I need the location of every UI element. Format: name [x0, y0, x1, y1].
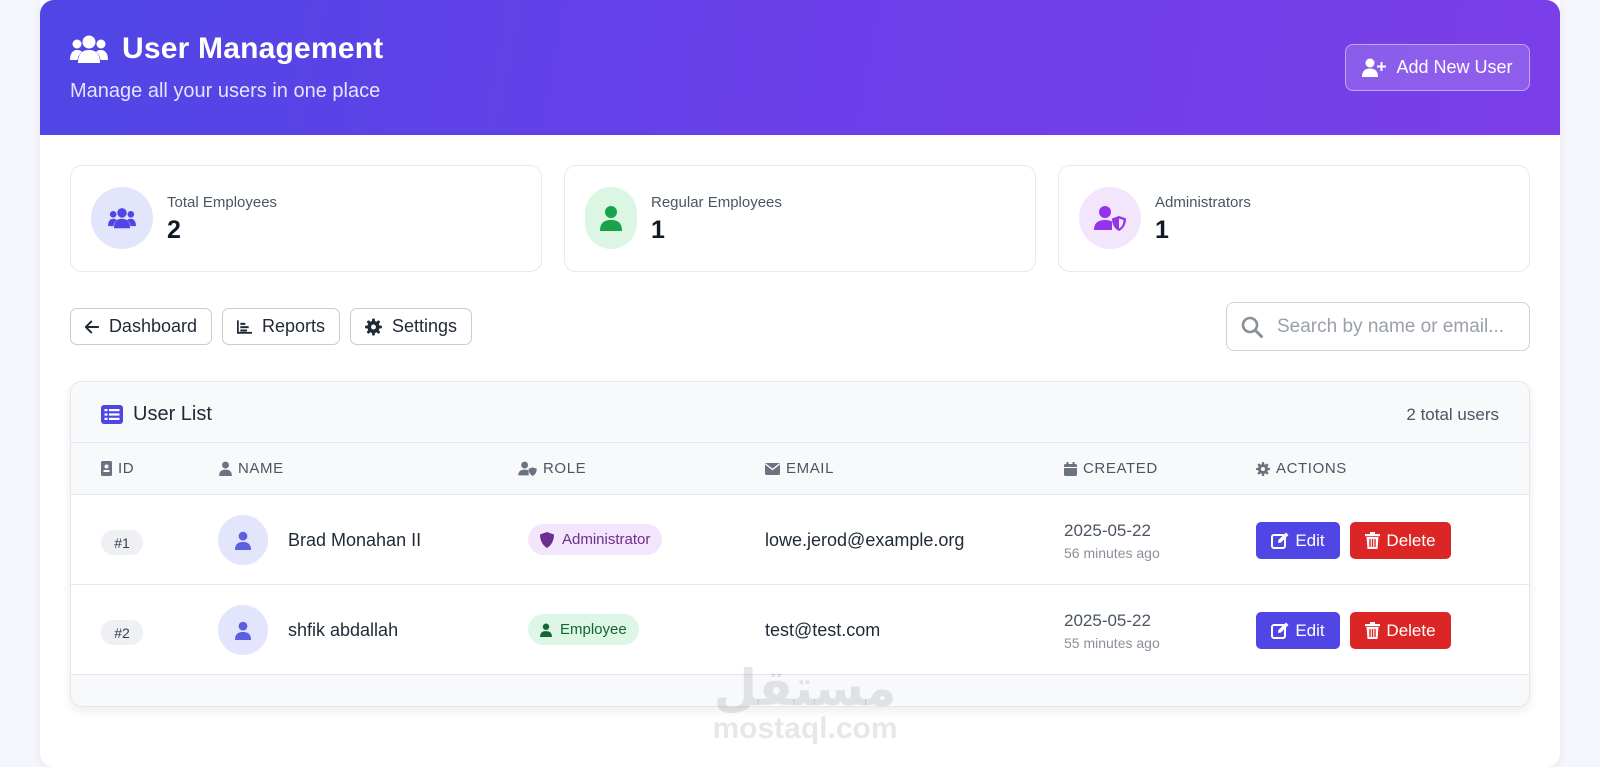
role-label: Employee — [560, 621, 627, 638]
user-list-header: User List 2 total users — [71, 382, 1529, 443]
edit-button[interactable]: Edit — [1256, 522, 1340, 559]
user-plus-icon — [1362, 58, 1387, 77]
user-icon — [219, 461, 232, 476]
user-id-badge: #2 — [101, 620, 143, 645]
edit-label: Edit — [1295, 620, 1325, 640]
gear-icon — [365, 318, 382, 335]
page-title-group: User Management — [70, 32, 383, 66]
add-new-user-label: Add New User — [1396, 57, 1513, 77]
edit-icon — [1271, 622, 1289, 639]
user-icon — [540, 623, 552, 637]
column-header-actions: ACTIONS — [1256, 460, 1347, 477]
add-new-user-button[interactable]: Add New User — [1345, 44, 1530, 91]
avatar — [218, 605, 268, 655]
envelope-icon — [765, 462, 780, 475]
search-box — [1226, 302, 1530, 351]
user-name: shfik abdallah — [288, 620, 399, 640]
edit-label: Edit — [1295, 530, 1325, 550]
page-header: User Management Manage all your users in… — [40, 0, 1560, 135]
table-row: #1 Brad Monahan II Administrator lowe.je… — [71, 495, 1529, 585]
users-icon — [108, 208, 136, 229]
edit-button[interactable]: Edit — [1256, 612, 1340, 649]
stat-value: 1 — [1155, 216, 1169, 244]
column-header-label: EMAIL — [786, 460, 835, 477]
gear-icon — [1256, 461, 1270, 476]
watermark: مستقل mostaql.com — [700, 662, 910, 744]
arrow-left-icon — [85, 320, 99, 333]
stat-value: 2 — [167, 216, 181, 244]
table-header: ID NAME ROLE EMAIL CREATED ACTIONS — [71, 443, 1529, 495]
calendar-icon — [1064, 461, 1077, 476]
delete-button[interactable]: Delete — [1350, 522, 1451, 559]
column-header-label: ACTIONS — [1276, 460, 1347, 477]
role-label: Administrator — [562, 531, 651, 548]
column-header-role: ROLE — [518, 460, 586, 477]
role-badge: Administrator — [528, 524, 663, 555]
users-icon — [70, 35, 108, 63]
user-id-badge: #1 — [101, 530, 143, 555]
column-header-label: CREATED — [1083, 460, 1158, 477]
user-shield-icon — [1094, 206, 1126, 231]
stat-icon-circle — [91, 187, 153, 249]
user-count: 2 total users — [1406, 405, 1499, 424]
user-icon — [235, 531, 251, 550]
user-icon — [600, 206, 622, 231]
watermark-latin: mostaql.com — [712, 712, 898, 745]
search-icon — [1241, 316, 1263, 338]
user-list-title: User List — [133, 403, 212, 425]
user-name: Brad Monahan II — [288, 530, 422, 550]
dashboard-label: Dashboard — [108, 316, 197, 336]
created-date: 2025-05-22 — [1064, 521, 1151, 540]
trash-icon — [1365, 532, 1381, 549]
created-relative: 55 minutes ago — [1064, 635, 1160, 651]
stat-icon-circle — [585, 187, 637, 249]
delete-label: Delete — [1386, 620, 1436, 640]
search-input[interactable] — [1277, 315, 1517, 338]
stat-card-regular-employees: Regular Employees 1 — [564, 165, 1036, 272]
settings-label: Settings — [391, 316, 457, 336]
column-header-label: ROLE — [543, 460, 587, 477]
stat-card-administrators: Administrators 1 — [1058, 165, 1530, 272]
delete-button[interactable]: Delete — [1350, 612, 1451, 649]
page-subtitle: Manage all your users in one place — [70, 80, 381, 102]
stat-label: Regular Employees — [651, 194, 782, 211]
role-badge: Employee — [528, 614, 639, 645]
list-icon — [101, 405, 123, 424]
settings-button[interactable]: Settings — [350, 308, 472, 345]
user-email: test@test.com — [765, 620, 881, 640]
dashboard-button[interactable]: Dashboard — [70, 308, 212, 345]
delete-label: Delete — [1386, 530, 1436, 550]
stat-icon-circle — [1079, 187, 1141, 249]
column-header-label: NAME — [238, 460, 284, 477]
stat-label: Total Employees — [167, 194, 278, 211]
user-email: lowe.jerod@example.org — [765, 530, 965, 550]
created-date: 2025-05-22 — [1064, 611, 1151, 630]
trash-icon — [1365, 622, 1381, 639]
column-header-email: EMAIL — [765, 460, 834, 477]
column-header-name: NAME — [219, 460, 284, 477]
id-badge-icon — [101, 461, 112, 476]
reports-button[interactable]: Reports — [222, 308, 340, 345]
reports-label: Reports — [261, 316, 325, 336]
edit-icon — [1271, 532, 1289, 549]
user-list-title-group: User List — [101, 403, 212, 426]
column-header-created: CREATED — [1064, 460, 1158, 477]
column-header-id: ID — [101, 460, 134, 477]
created-relative: 56 minutes ago — [1064, 545, 1160, 561]
user-tag-icon — [518, 461, 537, 476]
avatar — [218, 515, 268, 565]
bar-chart-icon — [237, 319, 252, 334]
stat-label: Administrators — [1155, 194, 1251, 211]
stat-card-total-employees: Total Employees 2 — [70, 165, 542, 272]
shield-icon — [540, 531, 554, 548]
column-header-label: ID — [118, 460, 135, 477]
stat-value: 1 — [651, 216, 665, 244]
page-title: User Management — [122, 32, 384, 65]
user-icon — [235, 621, 251, 640]
watermark-arabic: مستقل — [713, 659, 897, 717]
